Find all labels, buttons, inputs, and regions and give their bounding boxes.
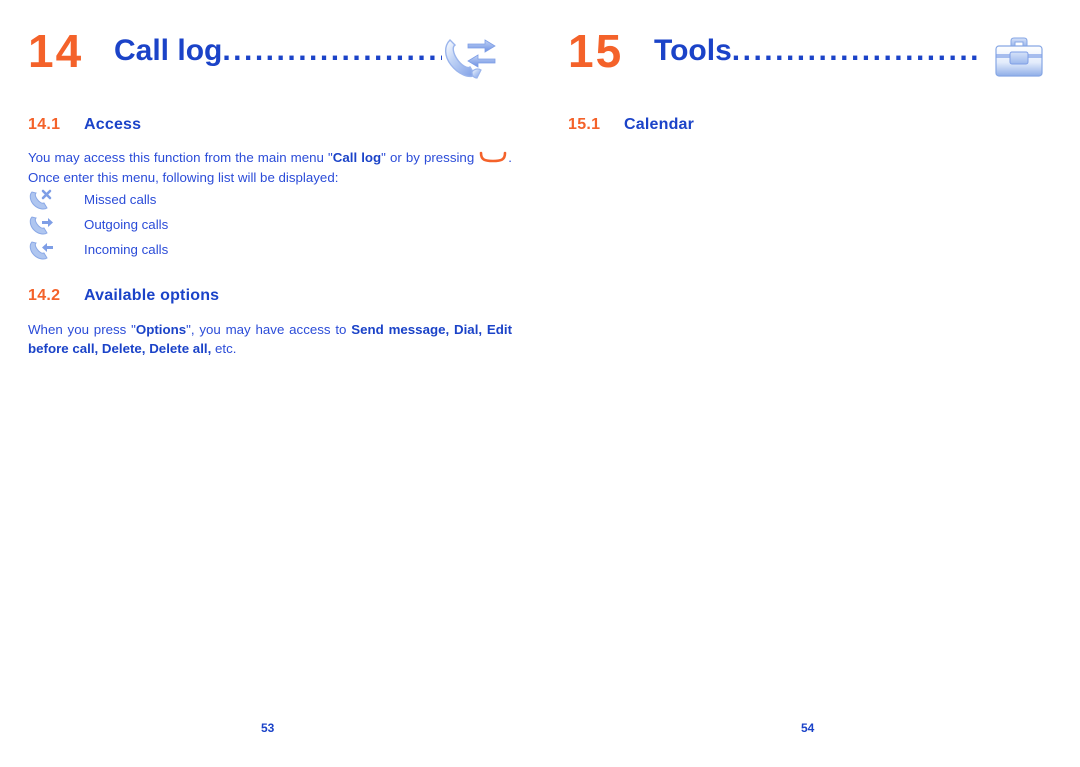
paragraph-14-2: When you press "Options", you may have a… (28, 320, 512, 358)
paragraph-14-1: You may access this function from the ma… (28, 148, 512, 187)
page-left: 14 Call log...................... 14.1 A… (0, 0, 540, 767)
list-item-label: Missed calls (84, 192, 157, 207)
list-item-label: Outgoing calls (84, 217, 169, 232)
phone-exchange-icon (440, 32, 502, 86)
page-number: 54 (801, 721, 815, 735)
section-heading-14-2: 14.2 Available options (28, 286, 520, 306)
page-right: 15 Tools............................ (540, 0, 1080, 767)
section-title: Calendar (624, 116, 695, 133)
chapter-title-wrap: Tools............................ (654, 30, 982, 78)
toolbox-icon (990, 32, 1048, 84)
para-pre: When you press " (28, 322, 136, 337)
page-number: 53 (261, 721, 275, 735)
list-item-label: Incoming calls (84, 242, 169, 257)
section-title: Available options (84, 287, 220, 304)
para-bold: Call log (332, 150, 382, 165)
incoming-call-icon (28, 239, 54, 261)
para-mid: " or by pressing (381, 150, 479, 165)
chapter-header-call-log: 14 Call log...................... (28, 24, 520, 86)
chapter-title: Tools (654, 34, 732, 67)
chapter-number: 14 (28, 25, 84, 77)
para-bold-options: Options (135, 322, 187, 337)
para-post: etc. (211, 341, 237, 356)
section-title: Access (84, 116, 142, 133)
chapter-title: Call log (114, 34, 223, 67)
call-key-icon (478, 149, 508, 168)
chapter-number: 15 (568, 25, 624, 77)
missed-call-icon (28, 189, 54, 211)
section-number: 14.2 (28, 287, 61, 304)
leader-dots: ...................... (222, 34, 442, 67)
section-number: 15.1 (568, 116, 601, 133)
section-number: 14.1 (28, 116, 61, 133)
chapter-header-tools: 15 Tools............................ (568, 24, 1060, 86)
section-heading-15-1: 15.1 Calendar (568, 115, 1060, 135)
para-pre: You may access this function from the ma… (28, 150, 333, 165)
leader-dots: ............................ (731, 34, 982, 67)
chapter-title-wrap: Call log...................... (114, 30, 442, 78)
para-mid: ", you may have access to (186, 322, 352, 337)
section-heading-14-1: 14.1 Access (28, 115, 520, 135)
outgoing-call-icon (28, 214, 54, 236)
